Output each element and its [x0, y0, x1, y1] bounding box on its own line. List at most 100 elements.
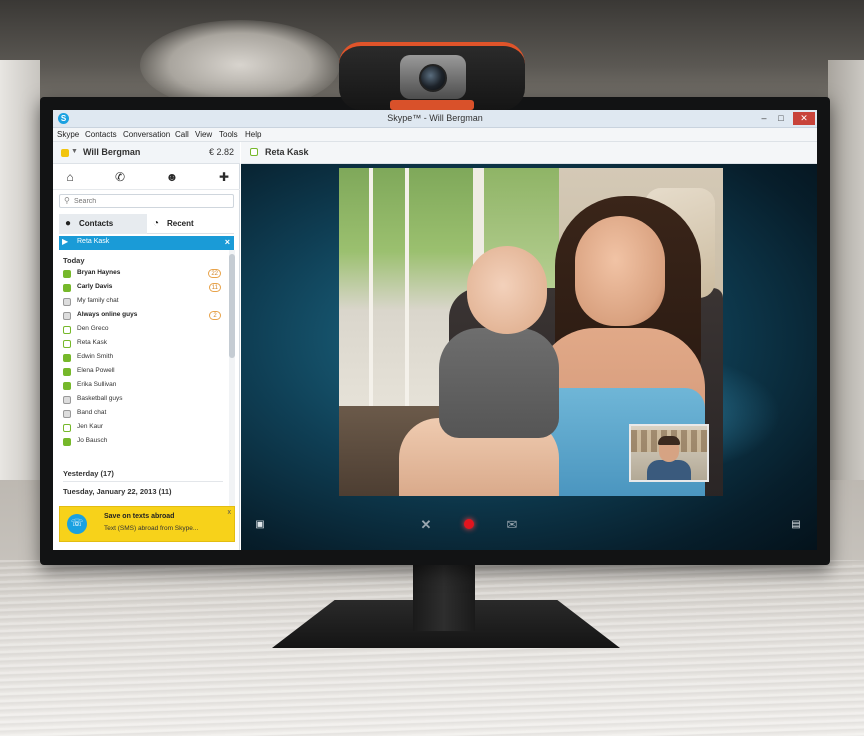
- status-online-icon: [63, 354, 71, 362]
- skype-credit[interactable]: € 2.82: [209, 147, 234, 157]
- search-box[interactable]: ⚲: [59, 194, 234, 208]
- list-item[interactable]: Erika Sullivan: [59, 379, 227, 393]
- close-chat-icon[interactable]: ×: [225, 237, 230, 247]
- video-call-area: ▣ ✕ ✉ ▤: [241, 164, 817, 550]
- contact-name: Edwin Smith: [77, 353, 114, 360]
- chevron-down-icon[interactable]: ▼: [71, 148, 78, 155]
- contact-name: Basketball guys: [77, 395, 123, 402]
- status-away-icon: [63, 424, 71, 432]
- list-item[interactable]: Basketball guys: [59, 393, 227, 407]
- record-icon[interactable]: [460, 516, 478, 534]
- contact-name: Bryan Haynes: [77, 269, 121, 276]
- list-item[interactable]: Jen Kaur: [59, 421, 227, 435]
- status-away-icon[interactable]: [61, 149, 69, 157]
- tab-recent[interactable]: ◔ Recent: [147, 214, 234, 234]
- contact-list: Bryan Haynes 22 Carly Davis 11 My family…: [59, 267, 227, 467]
- contact-name: Jo Bausch: [77, 437, 108, 444]
- contact-name: My family chat: [77, 297, 119, 304]
- phone-icon[interactable]: ✆: [111, 168, 129, 186]
- section-date[interactable]: Tuesday, January 22, 2013 (11): [63, 487, 172, 496]
- status-away-icon: [250, 148, 258, 156]
- list-item[interactable]: Elena Powell: [59, 365, 227, 379]
- group-chat-icon: [63, 312, 71, 320]
- contact-name: Den Greco: [77, 325, 109, 332]
- menu-skype[interactable]: Skype: [57, 130, 79, 139]
- list-item[interactable]: Always online guys 2: [59, 309, 227, 323]
- menu-contacts[interactable]: Contacts: [85, 130, 117, 139]
- screen-share-icon[interactable]: ▣: [251, 516, 269, 534]
- contact-name: Carly Davis: [77, 283, 113, 290]
- menu-conversation[interactable]: Conversation: [123, 130, 170, 139]
- active-call-item[interactable]: ▶ Reta Kask ×: [59, 236, 234, 250]
- search-input[interactable]: [74, 196, 229, 207]
- menu-call[interactable]: Call: [175, 130, 189, 139]
- contacts-panel: ▼ Will Bergman € 2.82 ⌂ ✆ ☻ ✚ ⚲ ● Contac…: [53, 142, 240, 550]
- list-item[interactable]: Bryan Haynes 22: [59, 267, 227, 281]
- video-baby-body: [439, 328, 559, 438]
- conversation-name[interactable]: Reta Kask: [265, 147, 309, 157]
- window-title: Skype™ - Will Bergman: [387, 113, 483, 123]
- contact-name: Erika Sullivan: [77, 381, 117, 388]
- mobile-phone-icon: ☏: [67, 514, 87, 534]
- webcam-accent: [390, 100, 474, 110]
- add-contact-icon[interactable]: ✚: [215, 168, 233, 186]
- menu-help[interactable]: Help: [245, 130, 261, 139]
- status-away-icon: [63, 326, 71, 334]
- promo-banner[interactable]: ☏ Save on texts abroad Text (SMS) abroad…: [59, 506, 235, 542]
- hang-up-icon[interactable]: ✕: [417, 516, 435, 534]
- search-icon: ⚲: [64, 196, 70, 205]
- list-item[interactable]: Reta Kask: [59, 337, 227, 351]
- list-item[interactable]: Jo Bausch: [59, 435, 227, 449]
- profile-row[interactable]: ▼ Will Bergman € 2.82: [53, 142, 240, 164]
- self-video-preview[interactable]: [629, 424, 709, 482]
- monitor-stand-neck: [413, 563, 475, 631]
- toolbar-icons: ⌂ ✆ ☻ ✚: [53, 164, 240, 190]
- self-video-hair: [658, 436, 680, 445]
- contact-name: Elena Powell: [77, 367, 115, 374]
- promo-text: Text (SMS) abroad from Skype...: [104, 525, 199, 532]
- message-icon[interactable]: ✉: [503, 516, 521, 534]
- contact-name: Always online guys: [77, 311, 138, 318]
- close-button[interactable]: ✕: [793, 112, 815, 125]
- video-call-icon: ▶: [62, 237, 69, 246]
- contact-name: Reta Kask: [77, 339, 107, 346]
- list-item[interactable]: Den Greco: [59, 323, 227, 337]
- home-icon[interactable]: ⌂: [61, 168, 79, 186]
- menu-view[interactable]: View: [195, 130, 212, 139]
- clock-icon: ◔: [153, 218, 160, 229]
- video-baby-head: [467, 246, 547, 334]
- list-item[interactable]: Edwin Smith: [59, 351, 227, 365]
- list-item[interactable]: Band chat: [59, 407, 227, 421]
- list-item[interactable]: My family chat: [59, 295, 227, 309]
- contact-name: Jen Kaur: [77, 423, 104, 430]
- contacts-tabs: ● Contacts ◔ Recent: [59, 214, 234, 234]
- status-online-icon: [63, 368, 71, 376]
- group-chat-icon: [63, 396, 71, 404]
- list-item[interactable]: Carly Davis 11: [59, 281, 227, 295]
- profile-name[interactable]: Will Bergman: [83, 147, 140, 157]
- unread-badge: 22: [208, 269, 221, 278]
- promo-title: Save on texts abroad: [104, 513, 175, 520]
- maximize-button[interactable]: □: [774, 112, 788, 125]
- unread-badge: 2: [209, 311, 221, 320]
- section-yesterday[interactable]: Yesterday (17): [63, 469, 114, 478]
- tab-contacts[interactable]: ● Contacts: [59, 214, 147, 234]
- scrollbar-thumb[interactable]: [229, 254, 235, 358]
- group-chat-icon: [63, 298, 71, 306]
- section-divider: [63, 481, 223, 482]
- fullscreen-icon[interactable]: ▤: [787, 516, 805, 534]
- monitor-screen: S Skype™ - Will Bergman – □ ✕ Skype Cont…: [53, 110, 817, 550]
- status-away-icon: [63, 340, 71, 348]
- conversation-header: Reta Kask: [241, 142, 817, 164]
- minimize-button[interactable]: –: [757, 112, 771, 125]
- section-today: Today: [63, 256, 85, 265]
- window-titlebar: S Skype™ - Will Bergman – □ ✕: [53, 110, 817, 128]
- promo-close-button[interactable]: x: [228, 509, 232, 516]
- group-icon[interactable]: ☻: [163, 168, 181, 186]
- call-controls: ▣ ✕ ✉ ▤: [241, 502, 817, 550]
- self-video-body: [647, 460, 691, 480]
- status-online-icon: [63, 382, 71, 390]
- unread-badge: 11: [208, 283, 221, 292]
- background-curtain-right: [828, 60, 864, 480]
- menu-tools[interactable]: Tools: [219, 130, 238, 139]
